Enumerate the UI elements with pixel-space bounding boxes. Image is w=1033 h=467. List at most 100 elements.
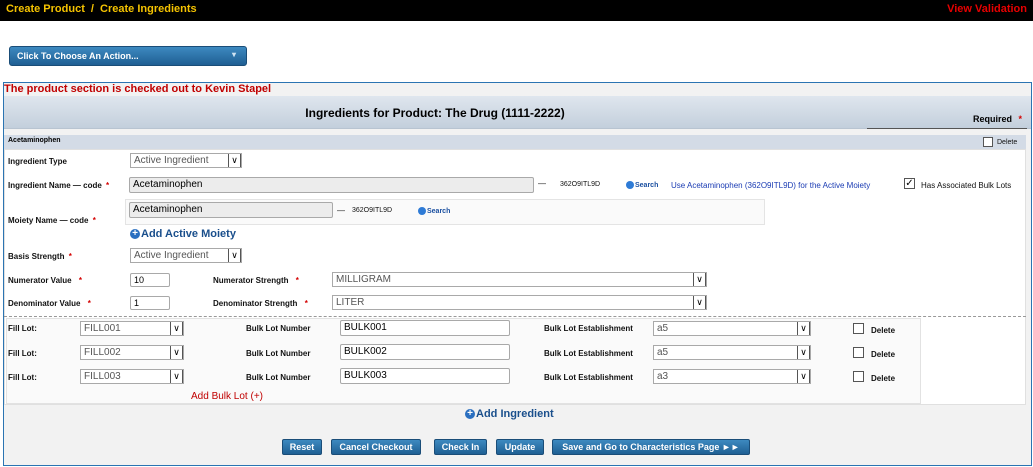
required-star: * (106, 181, 110, 190)
checkout-message: The product section is checked out to Ke… (4, 83, 272, 95)
search-label: Search (635, 181, 659, 189)
fill-lot-select[interactable]: FILL003 ∨ (80, 369, 184, 384)
basis-strength-select[interactable]: Active Ingredient ∨ (130, 248, 242, 263)
reset-button[interactable]: Reset (282, 439, 322, 455)
bulk-lot-establishment-label: Bulk Lot Establishment (544, 373, 633, 382)
bulk-lot-establishment-value: a3 (657, 371, 669, 382)
add-ingredient-label: Add Ingredient (476, 408, 554, 420)
lots-divider (4, 316, 1026, 317)
bulk-lot-number-input[interactable]: BULK003 (340, 368, 510, 384)
fill-lot-select[interactable]: FILL001 ∨ (80, 321, 184, 336)
choose-action-label: Click To Choose An Action... (17, 51, 139, 61)
save-and-continue-button[interactable]: Save and Go to Characteristics Page ►► (552, 439, 750, 455)
update-button[interactable]: Update (496, 439, 544, 455)
delete-lot-checkbox[interactable] (853, 323, 864, 334)
bulk-lot-establishment-select[interactable]: a3 ∨ (653, 369, 811, 384)
moiety-code: 362O9ITL9D (352, 207, 393, 214)
check-in-button[interactable]: Check In (434, 439, 487, 455)
numerator-strength-label-text: Numerator Strength (213, 276, 289, 285)
ingredient-code: 362O9ITL9D (560, 181, 601, 188)
delete-ingredient-label: Delete (997, 139, 1018, 146)
required-star: * (92, 216, 96, 225)
chevron-down-icon: ∨ (170, 322, 183, 335)
chevron-down-icon: ∨ (693, 296, 706, 309)
add-icon: + (130, 229, 140, 240)
numerator-value-label-text: Numerator Value (8, 276, 72, 285)
ingredient-code-dash: — (538, 179, 546, 188)
chevron-down-icon: ∨ (170, 370, 183, 383)
fill-lot-value: FILL003 (84, 371, 121, 382)
fill-lot-value: FILL001 (84, 323, 121, 334)
basis-strength-value: Active Ingredient (134, 250, 209, 261)
fill-lot-label: Fill Lot: (8, 373, 37, 382)
ingredient-name-input[interactable]: Acetaminophen (129, 177, 534, 193)
breadcrumb-separator: / (90, 3, 94, 15)
has-bulk-lots-checkbox[interactable]: ✓ (904, 178, 915, 189)
breadcrumb-create-ingredients[interactable]: Create Ingredients (100, 3, 197, 15)
delete-lot-checkbox[interactable] (853, 347, 864, 358)
delete-lot-checkbox[interactable] (853, 371, 864, 382)
fill-lot-value: FILL002 (84, 347, 121, 358)
basis-strength-label: Basis Strength * (8, 252, 72, 261)
ingredient-subheader: Acetaminophen (4, 135, 1026, 149)
chevron-down-icon: ∨ (797, 322, 810, 335)
required-label: Required (973, 114, 1013, 124)
numerator-strength-select[interactable]: MILLIGRAM ∨ (332, 272, 707, 287)
delete-lot-label: Delete (871, 350, 896, 359)
bulk-lot-number-label: Bulk Lot Number (246, 373, 311, 382)
numerator-strength-value: MILLIGRAM (336, 274, 392, 285)
fill-lot-label: Fill Lot: (8, 324, 37, 333)
bulk-lot-establishment-select[interactable]: a5 ∨ (653, 345, 811, 360)
moiety-label-text: Moiety Name — code (8, 216, 89, 225)
ingredient-name-heading: Acetaminophen (8, 137, 61, 144)
add-ingredient-button[interactable]: + Add Ingredient (465, 408, 554, 420)
search-icon (626, 181, 634, 189)
required-star: * (1018, 114, 1023, 124)
cancel-checkout-button[interactable]: Cancel Checkout (331, 439, 421, 455)
delete-lot-label: Delete (871, 326, 896, 335)
bulk-lot-number-input[interactable]: BULK002 (340, 344, 510, 360)
denominator-value-label: Denominator Value * (8, 299, 91, 308)
denominator-strength-select[interactable]: LITER ∨ (332, 295, 707, 310)
denominator-value-label-text: Denominator Value (8, 299, 81, 308)
chevron-down-icon: ∨ (797, 370, 810, 383)
view-validation-link[interactable]: View Validation (947, 3, 1027, 15)
numerator-value-label: Numerator Value * (8, 276, 82, 285)
moiety-search-link[interactable]: Search (418, 207, 450, 215)
fill-lot-select[interactable]: FILL002 ∨ (80, 345, 184, 360)
add-bulk-lot-link[interactable]: Add Bulk Lot (+) (191, 391, 263, 402)
bulk-lot-establishment-value: a5 (657, 323, 669, 334)
delete-ingredient-checkbox[interactable] (983, 137, 993, 147)
bulk-lot-establishment-value: a5 (657, 347, 669, 358)
bulk-lot-number-input[interactable]: BULK001 (340, 320, 510, 336)
bulk-lot-establishment-label: Bulk Lot Establishment (544, 324, 633, 333)
choose-action-dropdown[interactable]: Click To Choose An Action... ▾ (9, 46, 247, 66)
use-for-moiety-link[interactable]: Use Acetaminophen (362O9ITL9D) for the A… (671, 181, 870, 190)
ingredient-type-select[interactable]: Active Ingredient ∨ (130, 153, 242, 168)
moiety-search-label: Search (427, 207, 451, 215)
add-active-moiety-button[interactable]: + Add Active Moiety (130, 228, 236, 240)
chevron-down-icon: ∨ (797, 346, 810, 359)
page-title: Ingredients for Product: The Drug (1111-… (305, 106, 565, 120)
bulk-lot-establishment-select[interactable]: a5 ∨ (653, 321, 811, 336)
basis-strength-label-text: Basis Strength (8, 252, 65, 261)
add-icon: + (465, 409, 475, 420)
required-star: * (304, 299, 308, 308)
required-star: * (68, 252, 72, 261)
moiety-name-input[interactable]: Acetaminophen (129, 202, 333, 218)
denominator-strength-label: Denominator Strength * (213, 299, 308, 308)
fill-lot-label: Fill Lot: (8, 349, 37, 358)
numerator-value-input[interactable]: 10 (130, 273, 170, 287)
denominator-value-input[interactable]: 1 (130, 296, 170, 310)
header-underline (867, 128, 1027, 129)
breadcrumb-create-product[interactable]: Create Product (6, 3, 85, 15)
required-star: * (295, 276, 299, 285)
ingredient-search-link[interactable]: Search (626, 181, 658, 189)
denominator-strength-value: LITER (336, 297, 365, 308)
chevron-down-icon: ∨ (228, 249, 241, 262)
delete-lot-label: Delete (871, 374, 896, 383)
top-nav-bar: Create Product / Create Ingredients View… (0, 0, 1033, 21)
chevron-down-icon: ∨ (170, 346, 183, 359)
required-legend: Required * (973, 114, 1022, 124)
has-bulk-lots-label: Has Associated Bulk Lots (921, 181, 1012, 190)
